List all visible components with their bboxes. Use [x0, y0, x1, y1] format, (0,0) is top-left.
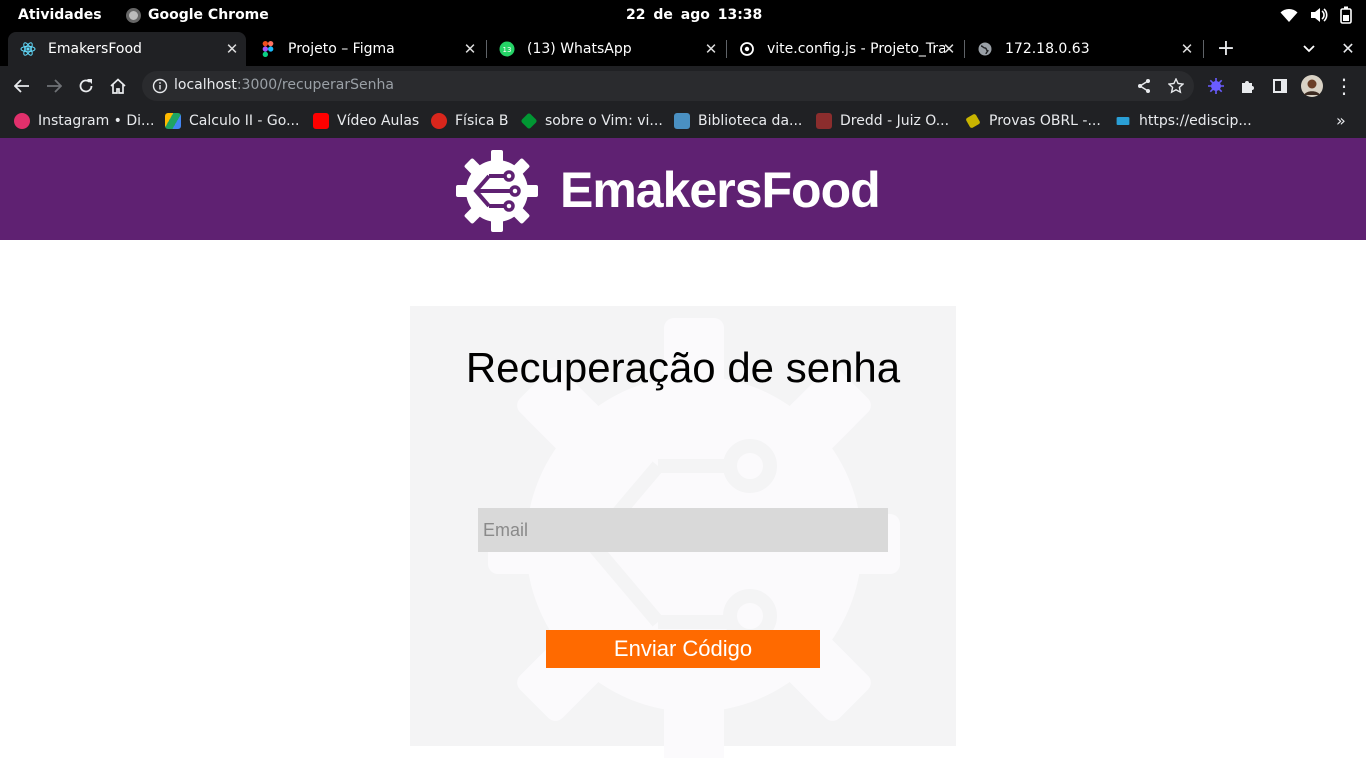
extensions-puzzle-icon[interactable] — [1236, 74, 1260, 98]
library-icon — [674, 113, 690, 129]
close-tab-icon[interactable]: ✕ — [224, 41, 240, 57]
new-tab-button[interactable]: + — [1214, 36, 1238, 61]
tab-strip: EmakersFood ✕ Projeto – Figma ✕ 13 (13) … — [0, 32, 1366, 66]
tab-search-chevron-icon[interactable] — [1297, 37, 1321, 61]
tab-whatsapp[interactable]: 13 (13) WhatsApp ✕ — [487, 32, 725, 66]
share-icon[interactable] — [1132, 74, 1156, 98]
tab-label: Projeto – Figma — [288, 41, 395, 57]
github-icon — [739, 41, 755, 57]
tab-emakersfood[interactable]: EmakersFood ✕ — [8, 32, 246, 66]
whatsapp-icon: 13 — [499, 41, 515, 57]
volume-icon — [1311, 8, 1328, 22]
bookmark-instagram[interactable]: Instagram • Di... — [14, 113, 154, 129]
bookmark-calculo[interactable]: Calculo II - Go... — [165, 113, 299, 129]
address-bar[interactable]: localhost:3000/recuperarSenha — [142, 71, 1194, 101]
tab-label: 172.18.0.63 — [1005, 41, 1090, 57]
svg-text:13: 13 — [503, 46, 512, 54]
bookmark-label: Instagram • Di... — [38, 113, 155, 129]
email-field[interactable] — [478, 508, 888, 552]
bookmark-video-aulas[interactable]: Vídeo Aulas — [313, 113, 419, 129]
menu-kebab-icon[interactable]: ⋮ — [1332, 74, 1356, 98]
url-path: :3000/recuperarSenha — [236, 77, 394, 93]
vim-icon — [520, 112, 538, 130]
bookmark-ediscip[interactable]: https://ediscip... — [1115, 113, 1252, 129]
figma-icon — [260, 41, 276, 57]
bookmark-label: Biblioteca da... — [698, 113, 803, 129]
password-recovery-card: Recuperação de senha Enviar Código — [410, 306, 956, 758]
chrome-icon — [126, 7, 141, 23]
moodle-icon — [1116, 117, 1130, 125]
dredd-icon — [816, 113, 832, 129]
tab-ip-address[interactable]: 172.18.0.63 ✕ — [965, 32, 1201, 66]
tab-label: EmakersFood — [48, 41, 142, 57]
bookmark-provas-obrl[interactable]: Provas OBRL -... — [965, 113, 1101, 129]
app-name-label: Google Chrome — [148, 7, 269, 23]
close-tab-icon[interactable]: ✕ — [703, 41, 719, 57]
system-tray[interactable] — [1280, 6, 1352, 24]
bookmark-label: Dredd - Juiz O... — [840, 113, 950, 129]
wifi-icon — [1280, 8, 1298, 22]
tab-label: (13) WhatsApp — [527, 41, 632, 57]
bookmark-label: sobre o Vim: vi... — [545, 113, 663, 129]
date-label: 22 de ago — [626, 7, 710, 23]
close-window-button[interactable]: ✕ — [1336, 36, 1360, 60]
bookmark-label: Provas OBRL -... — [989, 113, 1101, 129]
more-bookmarks-icon[interactable]: » — [1336, 111, 1346, 130]
close-tab-icon[interactable]: ✕ — [1179, 41, 1195, 57]
home-button[interactable] — [106, 74, 130, 98]
brand-name: EmakersFood — [560, 162, 881, 218]
tab-vite-config[interactable]: vite.config.js - Projeto_Tra ✕ — [727, 32, 963, 66]
globe-icon — [977, 41, 993, 57]
app-menu[interactable]: Google Chrome — [126, 7, 269, 23]
clock[interactable]: 22 de ago 13:38 — [626, 7, 762, 23]
tab-label: vite.config.js - Projeto_Tra — [767, 41, 945, 57]
bookmark-vim[interactable]: sobre o Vim: vi... — [520, 112, 663, 130]
bookmark-label: https://ediscip... — [1139, 113, 1252, 129]
url-host: localhost — [174, 77, 237, 93]
reload-button[interactable] — [74, 74, 98, 98]
bookmark-label: Vídeo Aulas — [337, 113, 420, 129]
instagram-icon — [14, 113, 30, 129]
google-drive-icon — [165, 113, 181, 129]
tab-figma[interactable]: Projeto – Figma ✕ — [248, 32, 484, 66]
send-code-button[interactable]: Enviar Código — [546, 630, 820, 668]
bookmark-label: Calculo II - Go... — [189, 113, 300, 129]
site-info-icon[interactable] — [152, 78, 168, 98]
bookmark-dredd[interactable]: Dredd - Juiz O... — [816, 113, 949, 129]
bookmark-biblioteca[interactable]: Biblioteca da... — [674, 113, 802, 129]
url-text[interactable]: localhost:3000/recuperarSenha — [174, 77, 394, 93]
bookmarks-bar: Instagram • Di... Calculo II - Go... Víd… — [0, 106, 1366, 138]
close-tab-icon[interactable]: ✕ — [462, 41, 478, 57]
close-tab-icon[interactable]: ✕ — [941, 41, 957, 57]
activities-button[interactable]: Atividades — [18, 7, 102, 23]
guitar-icon — [965, 113, 981, 129]
bookmark-label: Física B — [455, 113, 509, 129]
back-button[interactable] — [10, 74, 34, 98]
battery-icon — [1340, 6, 1352, 24]
profile-avatar[interactable] — [1300, 74, 1324, 98]
forward-button[interactable] — [42, 74, 66, 98]
bookmark-fisica[interactable]: Física B — [431, 113, 508, 129]
page-title: Recuperação de senha — [465, 344, 901, 391]
apple-icon — [431, 113, 447, 129]
side-panel-icon[interactable] — [1268, 74, 1292, 98]
time-label: 13:38 — [717, 7, 763, 23]
extension-icon[interactable] — [1204, 74, 1228, 98]
react-icon — [20, 41, 36, 57]
bookmark-star-icon[interactable] — [1164, 74, 1188, 98]
system-top-bar: Atividades Google Chrome 22 de ago 13:38 — [0, 0, 1366, 32]
emakers-gear-logo-icon — [456, 150, 538, 232]
youtube-icon — [313, 113, 329, 129]
